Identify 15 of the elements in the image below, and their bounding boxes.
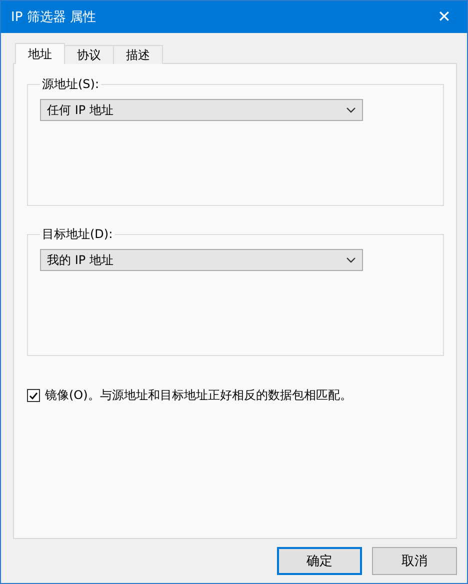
ok-button[interactable]: 确定 [277, 547, 362, 575]
chevron-down-icon [346, 107, 356, 113]
tab[interactable]: 协议 [64, 45, 114, 64]
tab[interactable]: 地址 [15, 43, 65, 64]
close-button[interactable]: ✕ [421, 1, 467, 33]
group-label: 目标地址(D): [41, 226, 114, 243]
dropdown[interactable]: 我的 IP 地址 [40, 249, 363, 271]
checkbox[interactable] [27, 389, 40, 402]
cancel-button[interactable]: 取消 [372, 547, 457, 575]
window-title: IP 筛选器 属性 [11, 9, 96, 26]
tab[interactable]: 描述 [113, 45, 163, 64]
checkbox-label: 镜像(O)。与源地址和目标地址正好相反的数据包相匹配。 [45, 387, 352, 404]
dropdown[interactable]: 任何 IP 地址 [40, 99, 363, 121]
group-label: 源地址(S): [41, 76, 100, 93]
chevron-down-icon [346, 257, 356, 263]
